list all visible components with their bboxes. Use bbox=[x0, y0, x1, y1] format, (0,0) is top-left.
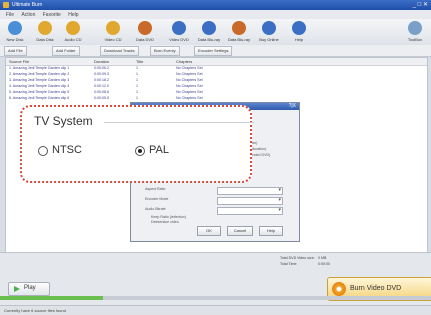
encoder-mode-label: Encoder Mode bbox=[145, 197, 169, 201]
pal-label[interactable]: PAL bbox=[149, 144, 169, 156]
play-button[interactable]: Play bbox=[8, 282, 50, 296]
data-dvd-icon bbox=[138, 21, 152, 35]
data-bluray-2-icon bbox=[232, 21, 246, 35]
pal-radio[interactable] bbox=[135, 146, 145, 156]
help-button[interactable]: Help bbox=[286, 20, 312, 44]
encoder-mode-select[interactable] bbox=[217, 197, 283, 205]
new-disk-button[interactable]: New Disk bbox=[2, 20, 28, 44]
menu-file[interactable]: File bbox=[6, 12, 14, 18]
data-bluray-icon bbox=[202, 21, 216, 35]
secondary-toolbar: Add File Add Folder Download Tracks Burn… bbox=[0, 45, 431, 57]
main-toolbar: New Disk Data Disk Audio CD Video CD Dat… bbox=[0, 19, 431, 46]
data-bluray-2-button[interactable]: Data Blu-ray bbox=[226, 20, 252, 44]
bottom-panel: Play Total DVD Video size: 0 MB Total Ti… bbox=[0, 252, 431, 306]
app-logo-icon bbox=[3, 2, 9, 8]
ntsc-radio[interactable] bbox=[38, 146, 48, 156]
progress-fill bbox=[0, 296, 104, 300]
total-time-value: 0:00:00 bbox=[318, 262, 330, 266]
toolbox-button[interactable]: ToolBox bbox=[402, 20, 428, 44]
menu-favorite[interactable]: Favorite bbox=[43, 12, 61, 18]
window-title: Ultimate Burn bbox=[12, 2, 43, 8]
aspect-ratio-label: Aspect Ratio bbox=[145, 187, 166, 191]
tv-system-callout: TV System NTSC PAL bbox=[20, 105, 254, 183]
new-disk-icon bbox=[8, 21, 22, 35]
add-file-button[interactable]: Add File bbox=[4, 46, 27, 56]
table-row[interactable]: 4. Amazing Jedi Temple Garden clip 4 0:00… bbox=[6, 84, 427, 89]
encoder-settings-button[interactable]: Encoder Settings bbox=[194, 46, 233, 56]
data-bluray-button[interactable]: Data Blu-ray bbox=[196, 20, 222, 44]
audio-bitrate-select[interactable] bbox=[217, 207, 283, 215]
table-row[interactable]: 3. Amazing Jedi Temple Garden clip 3 0:00… bbox=[6, 78, 427, 83]
col-chapters[interactable]: Chapters bbox=[176, 59, 192, 64]
menu-help[interactable]: Help bbox=[68, 12, 78, 18]
help-icon bbox=[292, 21, 306, 35]
audio-bitrate-label: Audio Bitrate bbox=[145, 207, 166, 211]
status-text: Currently have 6 source files found bbox=[4, 308, 66, 313]
window-controls[interactable]: _ □ ✕ bbox=[413, 1, 428, 8]
video-dvd-icon bbox=[172, 21, 186, 35]
data-disk-icon bbox=[38, 21, 52, 35]
toolbox-icon bbox=[408, 21, 422, 35]
cancel-button[interactable]: Cancel bbox=[227, 226, 253, 236]
dialog-close-button[interactable]: ?|X bbox=[289, 103, 296, 109]
tv-system-title: TV System bbox=[34, 114, 93, 128]
list-header: Source File Duration Title Chapters bbox=[6, 58, 427, 66]
burn-evenly-button[interactable]: Burn Evenly bbox=[150, 46, 180, 56]
video-cd-icon bbox=[106, 21, 120, 35]
table-row[interactable]: 2. Amazing Jedi Temple Garden clip 2 0:00… bbox=[6, 72, 427, 77]
menu-bar: File Action Favorite Help bbox=[0, 10, 431, 19]
aspect-ratio-select[interactable] bbox=[217, 187, 283, 195]
data-dvd-button[interactable]: Data DVD bbox=[132, 20, 158, 44]
progress-bar bbox=[0, 296, 431, 300]
add-folder-button[interactable]: Add Folder bbox=[52, 46, 80, 56]
col-duration[interactable]: Duration bbox=[94, 59, 109, 64]
buy-online-button[interactable]: Buy Online bbox=[256, 20, 282, 44]
dialog-help-button[interactable]: Help bbox=[259, 226, 283, 236]
group-divider bbox=[104, 122, 254, 123]
audio-cd-icon bbox=[66, 21, 80, 35]
total-time-label: Total Time: bbox=[280, 262, 298, 266]
table-row[interactable]: 1. Amazing Jedi Temple Garden clip 1 0:00… bbox=[6, 66, 427, 71]
video-dvd-button[interactable]: Video DVD bbox=[166, 20, 192, 44]
col-source-file[interactable]: Source File bbox=[9, 59, 29, 64]
col-title[interactable]: Title bbox=[136, 59, 143, 64]
data-disk-button[interactable]: Data Disk bbox=[32, 20, 58, 44]
menu-action[interactable]: Action bbox=[21, 12, 35, 18]
total-size-value: 0 MB bbox=[318, 256, 327, 260]
burn-disc-icon bbox=[332, 282, 346, 296]
audio-cd-button[interactable]: Audio CD bbox=[60, 20, 86, 44]
title-bar: Ultimate Burn _ □ ✕ bbox=[0, 0, 431, 10]
ntsc-label[interactable]: NTSC bbox=[52, 144, 82, 156]
video-cd-button[interactable]: Video CD bbox=[100, 20, 126, 44]
buy-online-icon bbox=[262, 21, 276, 35]
keep-ratio-checkbox[interactable]: Keep Ratio (letterbox) bbox=[151, 215, 186, 219]
table-row[interactable]: 5. Amazing Jedi Temple Garden clip 5 0:00… bbox=[6, 90, 427, 95]
download-tracks-button[interactable]: Download Tracks bbox=[100, 46, 139, 56]
deinterlace-checkbox[interactable]: Deinterlace video bbox=[151, 220, 179, 224]
table-row[interactable]: 6. Amazing Jedi Temple Garden clip 6 0:00… bbox=[6, 96, 427, 101]
ok-button[interactable]: OK bbox=[197, 226, 221, 236]
total-size-label: Total DVD Video size: bbox=[280, 256, 315, 260]
play-icon bbox=[14, 286, 20, 292]
